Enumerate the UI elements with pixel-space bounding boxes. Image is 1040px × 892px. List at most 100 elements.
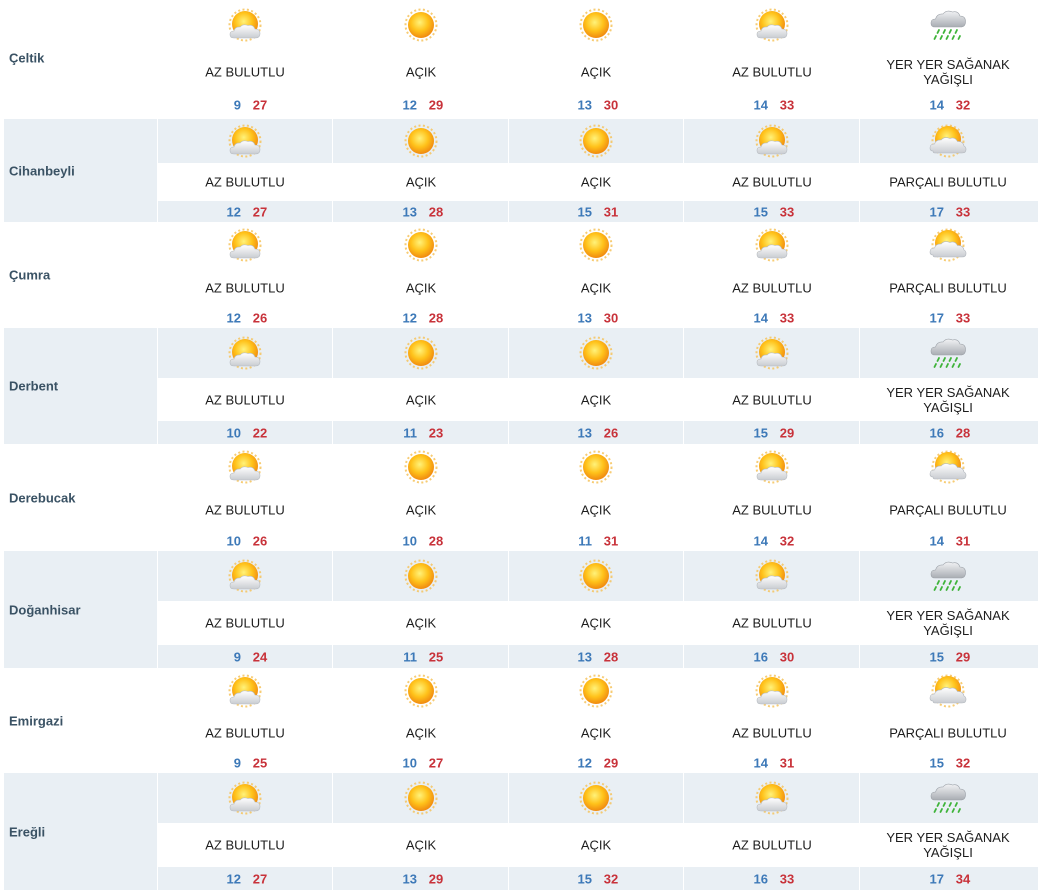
temperature-pair: 17 33 [861,310,1035,325]
partly-cloudy-icon [752,671,792,711]
temperature-pair: 14 31 [685,755,859,770]
forecast-row: Cihanbeyli AZ BULUTLU AÇIK AÇIK AZ BULUTLU PA… [0,119,1040,222]
forecast-row: Çumra AZ BULUTLU AÇIK AÇIK AZ BULUTLU PARÇALI… [0,222,1040,328]
day-1-cond-cell: AZ BULUTLU [158,269,332,306]
forecast-row: Çeltik AZ BULUTLU AÇIK AÇIK AZ BULUTLU YER YE… [0,0,1040,116]
day-5-cond-cell: PARÇALI BULUTLU [861,164,1035,200]
day-2-temps-cell: 12 29 [334,93,508,116]
cond-band: AZ BULUTLU AÇIK AÇIK AZ BULUTLU PARÇALI BULU… [158,164,1038,200]
day-5-temps-cell: 15 29 [861,645,1035,668]
temperature-pair: 12 26 [158,310,332,325]
condition-label: YER YER SAĞANAK YAĞIŞLI [886,384,1010,415]
city-name: Derebucak [9,490,76,505]
partly-cloudy-icon [225,225,265,265]
max-temp: 26 [252,533,268,548]
city-name: Derbent [9,378,59,394]
rain-cloud-icon [928,778,968,818]
max-temp: 28 [428,310,444,325]
min-temp: 16 [753,649,768,664]
max-temp: 26 [603,425,619,440]
condition-label: AÇIK [580,837,612,853]
day-2-temps-cell: 10 27 [334,752,508,773]
temperature-pair: 13 28 [509,649,683,664]
day-2-cond-cell: AÇIK [334,491,508,529]
day-1-temps-cell: 10 22 [158,421,333,444]
day-5-cond-cell: YER YER SAĞANAK YAĞIŞLI [861,379,1035,420]
rain-cloud-icon [928,333,968,373]
temperature-pair: 15 32 [861,755,1035,770]
day-5-cond-cell: PARÇALI BULUTLU [861,491,1035,529]
day-2-icon-cell [334,222,508,268]
day-2-temps-cell: 11 23 [334,421,509,444]
max-temp: 27 [428,755,444,770]
min-temp: 12 [226,204,241,219]
max-temp: 33 [779,871,795,886]
temperature-pair: 15 29 [685,425,859,440]
day-1-icon-cell [158,222,332,268]
day-4-icon-cell [685,444,859,490]
city-name: Emirgazi [9,713,64,728]
max-temp: 31 [779,755,795,770]
condition-label: AZ BULUTLU [205,174,285,190]
cond-band: AZ BULUTLU AÇIK AÇIK AZ BULUTLU PARÇALI BULU… [158,491,1038,529]
day-2-icon-cell [334,773,509,823]
temperature-pair: 16 33 [685,871,859,886]
forecast-row: Emirgazi AZ BULUTLU AÇIK AÇIK AZ BULUTLU PARÇ… [0,668,1040,773]
day-3-icon-cell [509,551,684,601]
condition-label: PARÇALI BULUTLU [889,174,1007,190]
day-4-temps-cell: 15 33 [685,201,860,222]
min-temp: 11 [578,533,592,548]
temperature-pair: 9 27 [158,97,332,112]
day-4-temps-cell: 16 30 [685,645,860,668]
day-4-cond-cell: AZ BULUTLU [685,379,860,420]
day-3-icon-cell [509,328,684,378]
max-temp: 29 [428,871,444,886]
min-temp: 17 [929,204,944,219]
day-4-temps-cell: 14 31 [685,752,859,773]
day-4-icon-cell [685,773,860,823]
sun-icon [401,121,441,161]
condition-label: AZ BULUTLU [732,280,812,295]
day-5-cond-cell: YER YER SAĞANAK YAĞIŞLI [861,824,1035,866]
condition-label: AÇIK [405,280,437,295]
partly-cloudy-icon [752,225,792,265]
day-4-cond-cell: AZ BULUTLU [685,824,860,866]
min-temp: 16 [929,425,944,440]
city-cell: Derbent [4,328,157,444]
day-5-cond-cell: YER YER SAĞANAK YAĞIŞLI [861,602,1035,644]
max-temp: 28 [603,649,619,664]
mostly-cloudy-icon [928,671,968,711]
day-5-temps-cell: 15 32 [861,752,1035,773]
city-cell: Cihanbeyli [4,119,157,222]
condition-label: AZ BULUTLU [732,837,812,853]
sun-icon [576,333,616,373]
rain-cloud-icon [928,5,968,45]
day-3-icon-cell [509,444,683,490]
temperature-pair: 9 24 [158,649,332,664]
day-5-icon-cell [861,328,1035,378]
condition-label: AZ BULUTLU [205,64,285,79]
day-4-temps-cell: 14 32 [685,530,859,551]
icon-band [158,668,1038,713]
day-4-cond-cell: AZ BULUTLU [685,714,859,751]
sun-icon [401,778,441,818]
day-4-icon-cell [685,328,860,378]
icon-band [158,551,1038,601]
partly-cloudy-icon [752,556,792,596]
sun-icon [401,447,441,487]
day-2-cond-cell: AÇIK [334,269,508,306]
day-4-temps-cell: 16 33 [685,867,860,890]
max-temp: 27 [252,204,268,219]
temperature-pair: 13 30 [509,97,683,112]
min-temp: 11 [403,425,417,440]
min-temp: 17 [929,310,944,325]
condition-label: YER YER SAĞANAK YAĞIŞLI [886,56,1010,87]
min-temp: 9 [233,649,241,664]
min-temp: 11 [403,649,417,664]
temperature-pair: 16 30 [685,649,859,664]
day-3-icon-cell [509,222,683,268]
max-temp: 25 [252,755,268,770]
temperature-pair: 17 33 [861,204,1035,219]
temperature-pair: 13 26 [509,425,683,440]
sun-icon [401,225,441,265]
